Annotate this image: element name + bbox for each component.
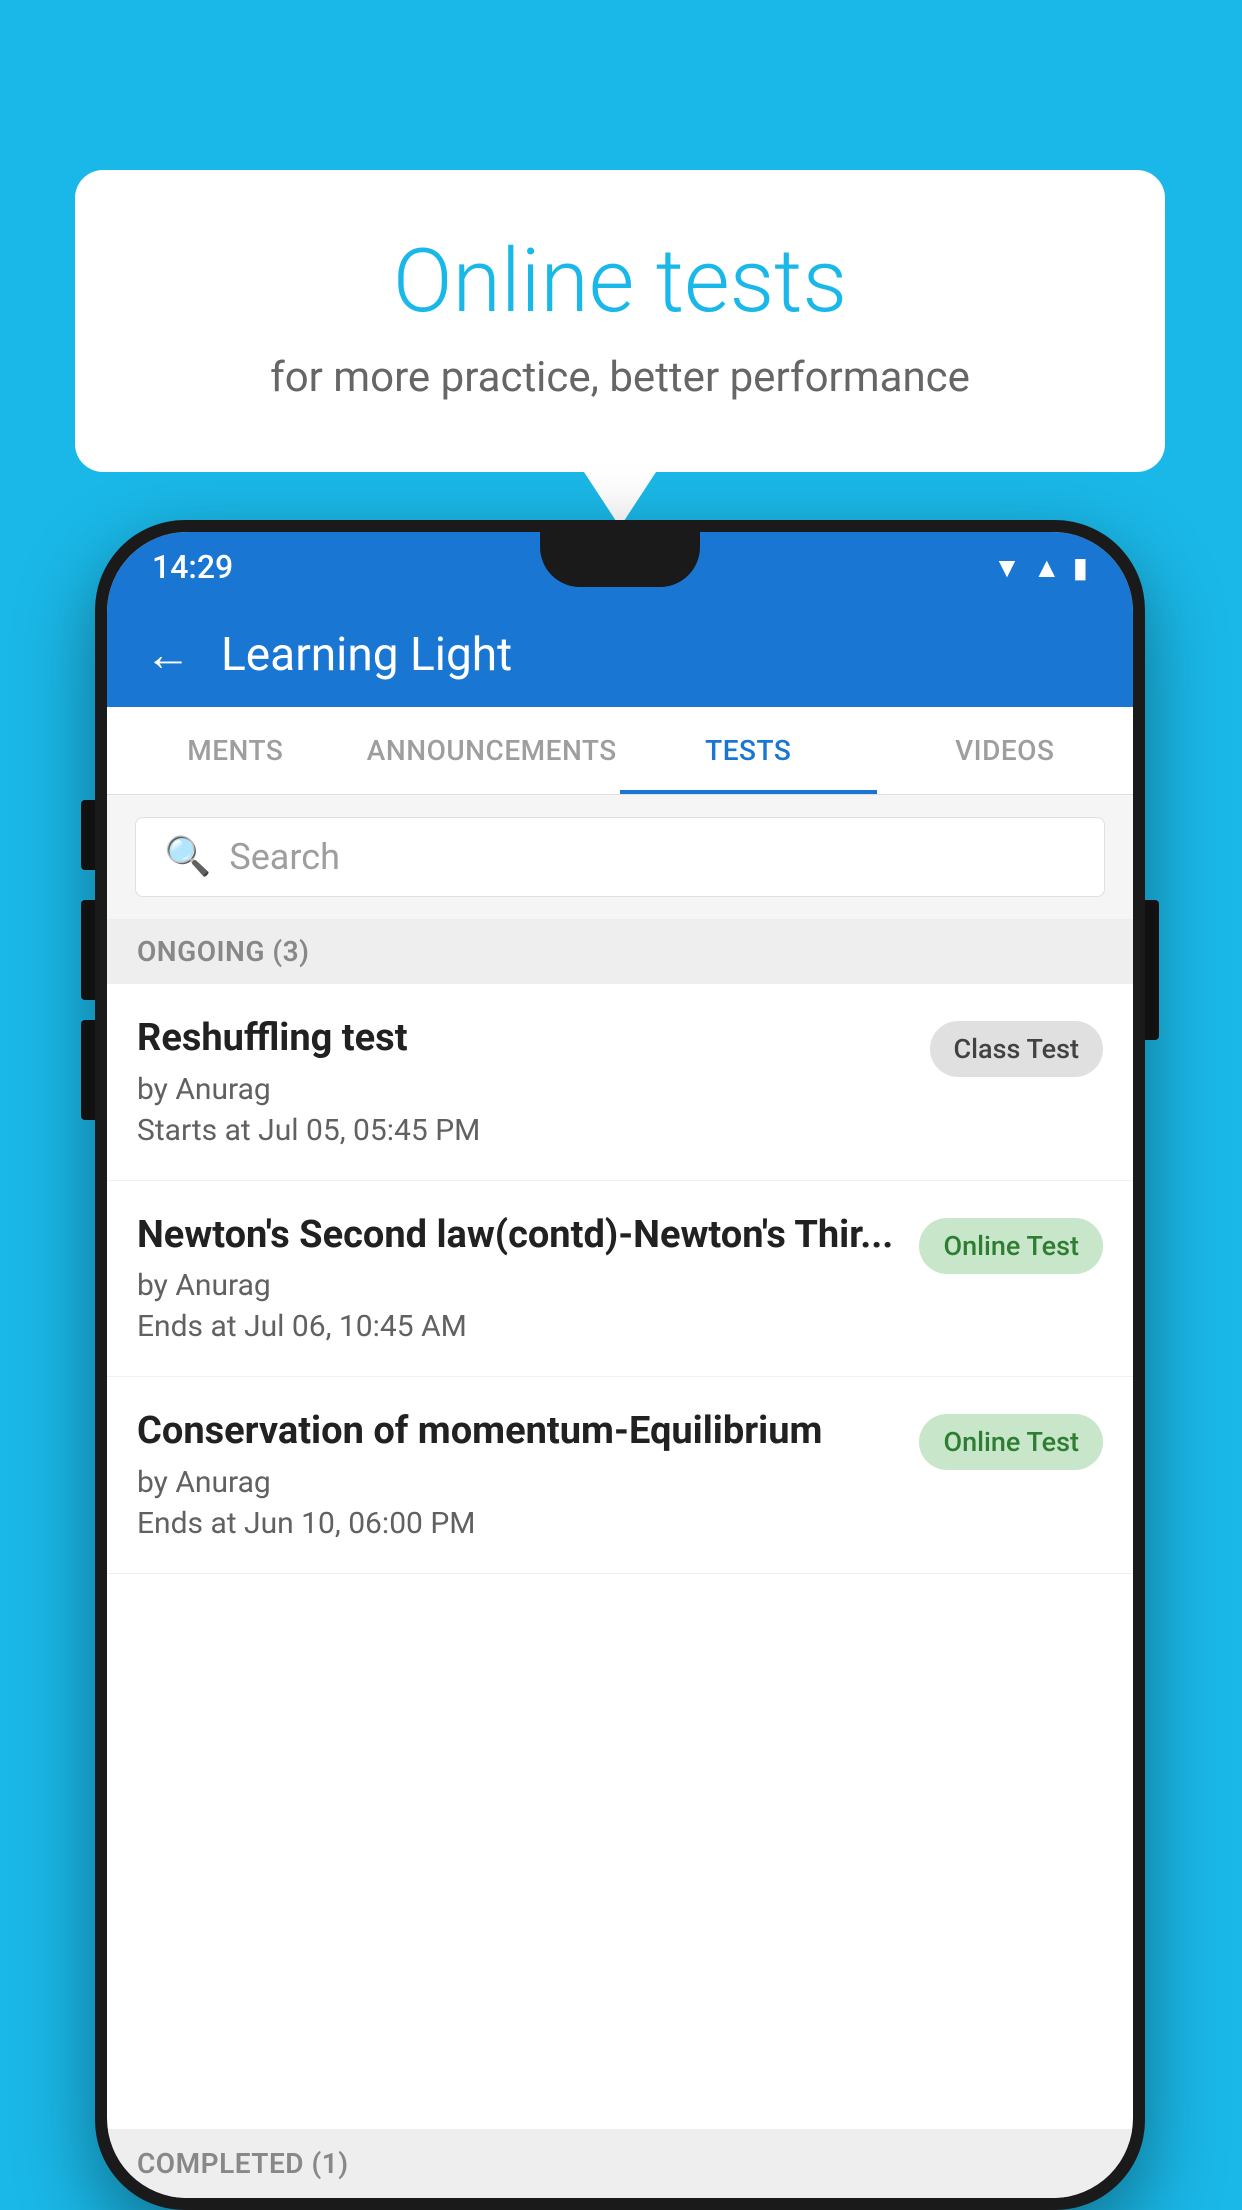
test-name-newton: Newton's Second law(contd)-Newton's Thir… — [137, 1213, 899, 1259]
volume-down-button — [81, 900, 95, 1000]
tab-tests[interactable]: TESTS — [620, 707, 877, 794]
app-header: ← Learning Light — [107, 602, 1133, 707]
test-item-reshuffling[interactable]: Reshuffling test by Anurag Starts at Jul… — [107, 984, 1133, 1181]
test-author-newton: by Anurag — [137, 1268, 899, 1303]
power-button — [1145, 900, 1159, 1040]
test-author-reshuffling: by Anurag — [137, 1072, 910, 1107]
test-date-newton: Ends at Jul 06, 10:45 AM — [137, 1309, 899, 1344]
test-badge-conservation: Online Test — [919, 1414, 1103, 1470]
completed-section-header: COMPLETED (1) — [107, 2129, 1133, 2198]
test-info-conservation: Conservation of momentum-Equilibrium by … — [137, 1409, 919, 1541]
tabs-container: MENTS ANNOUNCEMENTS TESTS VIDEOS — [107, 707, 1133, 795]
back-button[interactable]: ← — [145, 627, 191, 682]
ongoing-label: ONGOING (3) — [137, 935, 309, 968]
phone-mockup: 14:29 ▼ ▲ ▮ ← Learning Light MENTS ANNOU… — [95, 520, 1145, 2210]
phone-notch — [540, 532, 700, 587]
speech-bubble: Online tests for more practice, better p… — [75, 170, 1165, 472]
bubble-title: Online tests — [155, 230, 1085, 333]
volume-up-button — [81, 800, 95, 870]
test-item-newton[interactable]: Newton's Second law(contd)-Newton's Thir… — [107, 1181, 1133, 1378]
test-name-reshuffling: Reshuffling test — [137, 1016, 910, 1062]
test-badge-newton: Online Test — [919, 1218, 1103, 1274]
test-info-reshuffling: Reshuffling test by Anurag Starts at Jul… — [137, 1016, 930, 1148]
search-icon: 🔍 — [164, 835, 211, 879]
app-title: Learning Light — [221, 628, 512, 682]
bubble-subtitle: for more practice, better performance — [155, 353, 1085, 402]
test-name-conservation: Conservation of momentum-Equilibrium — [137, 1409, 899, 1455]
completed-label: COMPLETED (1) — [137, 2147, 349, 2180]
test-badge-reshuffling: Class Test — [930, 1021, 1104, 1077]
test-info-newton: Newton's Second law(contd)-Newton's Thir… — [137, 1213, 919, 1345]
test-date-conservation: Ends at Jun 10, 06:00 PM — [137, 1506, 899, 1541]
test-author-conservation: by Anurag — [137, 1465, 899, 1500]
tab-videos[interactable]: VIDEOS — [877, 707, 1134, 794]
search-input[interactable]: Search — [229, 836, 340, 878]
phone-outer: 14:29 ▼ ▲ ▮ ← Learning Light MENTS ANNOU… — [95, 520, 1145, 2210]
ongoing-section-header: ONGOING (3) — [107, 919, 1133, 984]
wifi-icon: ▼ — [993, 551, 1021, 584]
status-time: 14:29 — [152, 548, 233, 586]
signal-icon: ▲ — [1033, 551, 1061, 584]
battery-icon: ▮ — [1073, 551, 1088, 584]
tab-announcements[interactable]: ANNOUNCEMENTS — [364, 707, 621, 794]
test-item-conservation[interactable]: Conservation of momentum-Equilibrium by … — [107, 1377, 1133, 1574]
status-icons: ▼ ▲ ▮ — [993, 551, 1088, 584]
test-date-reshuffling: Starts at Jul 05, 05:45 PM — [137, 1113, 910, 1148]
phone-screen: 14:29 ▼ ▲ ▮ ← Learning Light MENTS ANNOU… — [107, 532, 1133, 2198]
search-box[interactable]: 🔍 Search — [135, 817, 1105, 897]
tab-ments[interactable]: MENTS — [107, 707, 364, 794]
silent-button — [81, 1020, 95, 1120]
search-container: 🔍 Search — [107, 795, 1133, 919]
